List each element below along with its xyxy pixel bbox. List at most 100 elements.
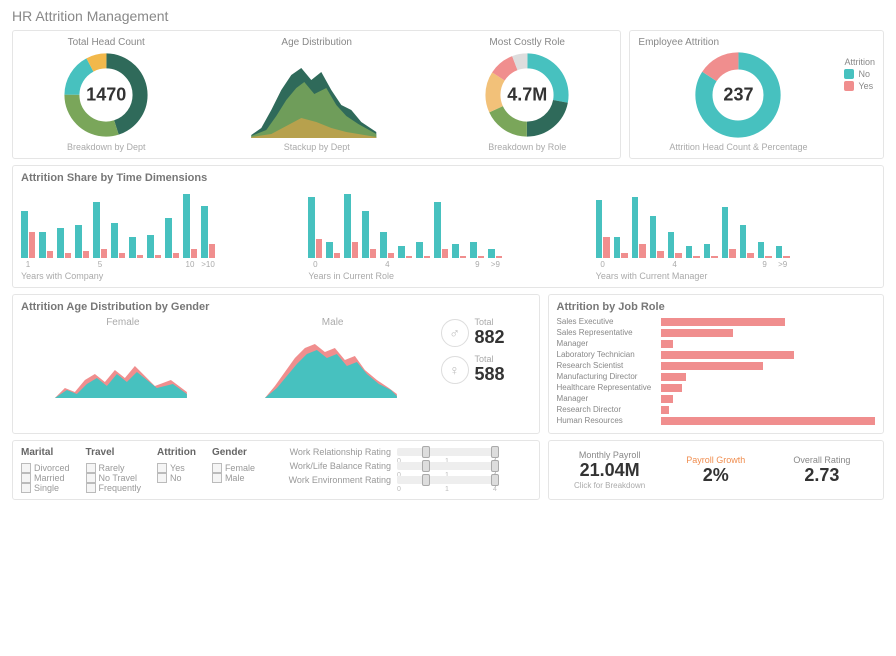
hbar-row[interactable]: Sales Representative xyxy=(557,328,875,337)
hbar-row[interactable]: Research Scientist xyxy=(557,361,875,370)
legend-no: No xyxy=(858,69,870,79)
filter-option[interactable]: Married xyxy=(21,473,70,483)
total-male: ♂ Total882 xyxy=(441,317,531,348)
bar xyxy=(596,200,603,258)
bar xyxy=(729,249,736,258)
filter-option[interactable]: No Travel xyxy=(86,473,142,483)
hbar-fill xyxy=(661,340,674,348)
kpi-payroll-value: 21.04M xyxy=(557,460,663,481)
swatch-yes-icon xyxy=(844,81,854,91)
hbar-row[interactable]: Laboratory Technician xyxy=(557,350,875,359)
hbar-fill xyxy=(661,351,794,359)
female-label: Female xyxy=(21,317,225,328)
filter-option[interactable]: Male xyxy=(212,473,255,483)
checkbox-icon[interactable] xyxy=(86,463,96,473)
bar-chart-2[interactable] xyxy=(596,188,875,258)
slider-knob-high[interactable] xyxy=(491,446,499,458)
hbar-row[interactable]: Manufacturing Director xyxy=(557,372,875,381)
hbar-label: Research Scientist xyxy=(557,361,657,370)
head-count-caption: Breakdown by Dept xyxy=(67,142,146,152)
bar xyxy=(406,256,413,258)
bar xyxy=(75,225,82,258)
slider-knob-low[interactable] xyxy=(422,446,430,458)
hbar-row[interactable]: Manager xyxy=(557,339,875,348)
slider-knob-high[interactable] xyxy=(491,474,499,486)
card-costly-role[interactable]: Most Costly Role 4.7M Breakdown by Role xyxy=(442,37,612,152)
card-head-count[interactable]: Total Head Count 1470 Breakdown by Dept xyxy=(21,37,191,152)
slider[interactable]: 014 xyxy=(397,448,497,456)
total-label-1: Total xyxy=(475,354,505,364)
bar xyxy=(488,249,495,258)
hbar-fill xyxy=(661,362,764,370)
hbar-row[interactable]: Sales Executive xyxy=(557,317,875,326)
bar xyxy=(380,232,387,258)
checkbox-icon[interactable] xyxy=(212,463,222,473)
checkbox-icon[interactable] xyxy=(21,463,31,473)
filter-option[interactable]: Frequently xyxy=(86,483,142,493)
hbar-row[interactable]: Human Resources xyxy=(557,416,875,425)
bar xyxy=(603,237,610,258)
slider-knob-high[interactable] xyxy=(491,460,499,472)
bar xyxy=(693,256,700,258)
checkbox-icon[interactable] xyxy=(86,473,96,483)
checkbox-icon[interactable] xyxy=(157,473,167,483)
bar xyxy=(326,242,333,258)
bar xyxy=(183,194,190,258)
swatch-no-icon xyxy=(844,69,854,79)
filter-option[interactable]: No xyxy=(157,473,196,483)
filter-option[interactable]: Yes xyxy=(157,463,196,473)
costly-role-value: 4.7M xyxy=(507,85,547,106)
filter-option[interactable]: Divorced xyxy=(21,463,70,473)
kpi-payroll-sub: Click for Breakdown xyxy=(557,481,663,490)
checkbox-icon[interactable] xyxy=(21,473,31,483)
gender-title: Attrition Age Distribution by Gender xyxy=(21,301,531,313)
hbar-row[interactable]: Manager xyxy=(557,394,875,403)
card-attrition[interactable]: Employee Attrition 237 Attrition Head Co… xyxy=(629,30,884,159)
bar xyxy=(783,256,790,258)
hbar-fill xyxy=(661,406,670,414)
hbar-label: Sales Representative xyxy=(557,328,657,337)
bar xyxy=(776,246,783,258)
slider[interactable]: 014 xyxy=(397,476,497,484)
checkbox-icon[interactable] xyxy=(86,483,96,493)
bar xyxy=(460,256,467,258)
bar-chart-0[interactable] xyxy=(21,188,300,258)
hbar-row[interactable]: Healthcare Representative xyxy=(557,383,875,392)
bar xyxy=(173,253,180,258)
bar xyxy=(711,256,718,258)
card-age-dist[interactable]: Age Distribution Stackup by Dept xyxy=(197,37,436,152)
bar xyxy=(478,256,485,258)
kpi-payroll[interactable]: Monthly Payroll 21.04M Click for Breakdo… xyxy=(557,450,663,490)
bar xyxy=(83,251,90,258)
hbar-fill xyxy=(661,318,785,326)
attr-title: Attrition xyxy=(157,447,196,458)
card-gender: Attrition Age Distribution by Gender Fem… xyxy=(12,294,540,434)
bar xyxy=(334,253,341,258)
hbar-row[interactable]: Research Director xyxy=(557,405,875,414)
age-dist-title: Age Distribution xyxy=(281,37,352,48)
bar xyxy=(57,228,64,258)
checkbox-icon[interactable] xyxy=(157,463,167,473)
bar-chart-1[interactable] xyxy=(308,188,587,258)
filter-option[interactable]: Single xyxy=(21,483,70,493)
slider-knob-low[interactable] xyxy=(422,460,430,472)
attrition-value: 237 xyxy=(723,85,753,106)
bar xyxy=(650,216,657,258)
filter-option[interactable]: Rarely xyxy=(86,463,142,473)
bar xyxy=(352,242,359,258)
slider-knob-low[interactable] xyxy=(422,474,430,486)
filter-option-label: Yes xyxy=(170,463,185,473)
slider[interactable]: 014 xyxy=(397,462,497,470)
card-filters: Marital DivorcedMarriedSingle Travel Rar… xyxy=(12,440,540,500)
bar xyxy=(452,244,459,258)
job-role-title: Attrition by Job Role xyxy=(557,301,875,313)
head-count-value: 1470 xyxy=(86,85,126,106)
card-kpis[interactable]: Monthly Payroll 21.04M Click for Breakdo… xyxy=(548,440,884,500)
kpi-rating-value: 2.73 xyxy=(769,465,875,486)
filter-option[interactable]: Female xyxy=(212,463,255,473)
checkbox-icon[interactable] xyxy=(21,483,31,493)
checkbox-icon[interactable] xyxy=(212,473,222,483)
total-label-0: Total xyxy=(475,317,505,327)
filter-option-label: Divorced xyxy=(34,463,70,473)
bar xyxy=(21,211,28,258)
